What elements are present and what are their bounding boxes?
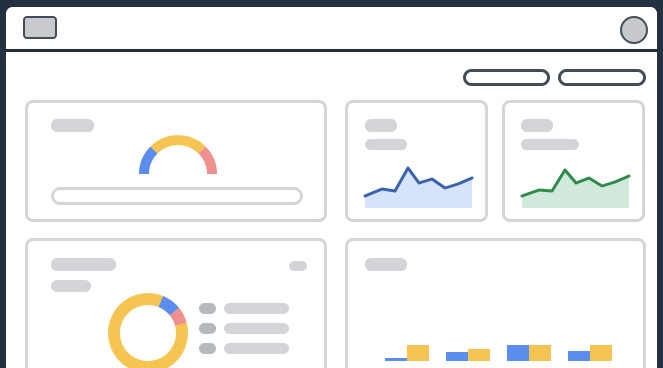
toolbar-button-2[interactable]	[558, 69, 646, 86]
green-line-chart	[520, 168, 631, 208]
title-bar	[6, 7, 657, 52]
legend-swatch	[199, 343, 216, 354]
gauge-segment-red	[198, 146, 217, 175]
gauge-segment-yellow	[150, 135, 206, 154]
toolbar-button-1[interactable]	[463, 69, 550, 86]
legend-label-placeholder	[224, 303, 289, 314]
card-title-placeholder	[521, 119, 553, 132]
blue-line-chart	[363, 166, 474, 208]
card-subtitle-placeholder	[521, 139, 579, 150]
legend-label-placeholder	[224, 343, 289, 354]
bar-1-yellow	[407, 345, 429, 361]
bar-chart-card	[345, 238, 646, 368]
bar-4-blue	[568, 351, 590, 361]
card-subtitle-placeholder	[51, 280, 91, 292]
card-subtitle-placeholder	[365, 139, 407, 150]
bar-4-yellow	[590, 345, 612, 361]
blue-line-card	[345, 100, 488, 222]
legend-swatch	[199, 323, 216, 334]
bar-3-blue	[507, 345, 529, 361]
donut-chart	[108, 293, 188, 368]
gauge-card	[25, 100, 327, 222]
card-title-placeholder	[51, 258, 116, 271]
donut-card	[25, 238, 327, 368]
bar-2-blue	[446, 352, 468, 361]
user-avatar-icon[interactable]	[620, 16, 648, 44]
card-title-placeholder	[51, 119, 94, 132]
legend-swatch	[199, 303, 216, 314]
gauge-chart	[139, 135, 217, 175]
card-title-placeholder	[365, 119, 397, 132]
bar-2-yellow	[468, 349, 490, 361]
green-line-card	[502, 100, 645, 222]
legend-label-placeholder	[224, 323, 289, 334]
grouped-bar-chart	[385, 345, 612, 361]
donut-segment-yellow	[108, 293, 188, 368]
progress-bar	[51, 187, 303, 205]
app-window	[6, 7, 657, 368]
card-title-placeholder	[365, 258, 407, 271]
gauge-segment-blue	[139, 146, 158, 175]
bar-3-yellow	[529, 345, 551, 361]
bar-1-blue	[385, 358, 407, 361]
card-action-placeholder	[289, 261, 307, 271]
window-icon[interactable]	[23, 16, 57, 39]
